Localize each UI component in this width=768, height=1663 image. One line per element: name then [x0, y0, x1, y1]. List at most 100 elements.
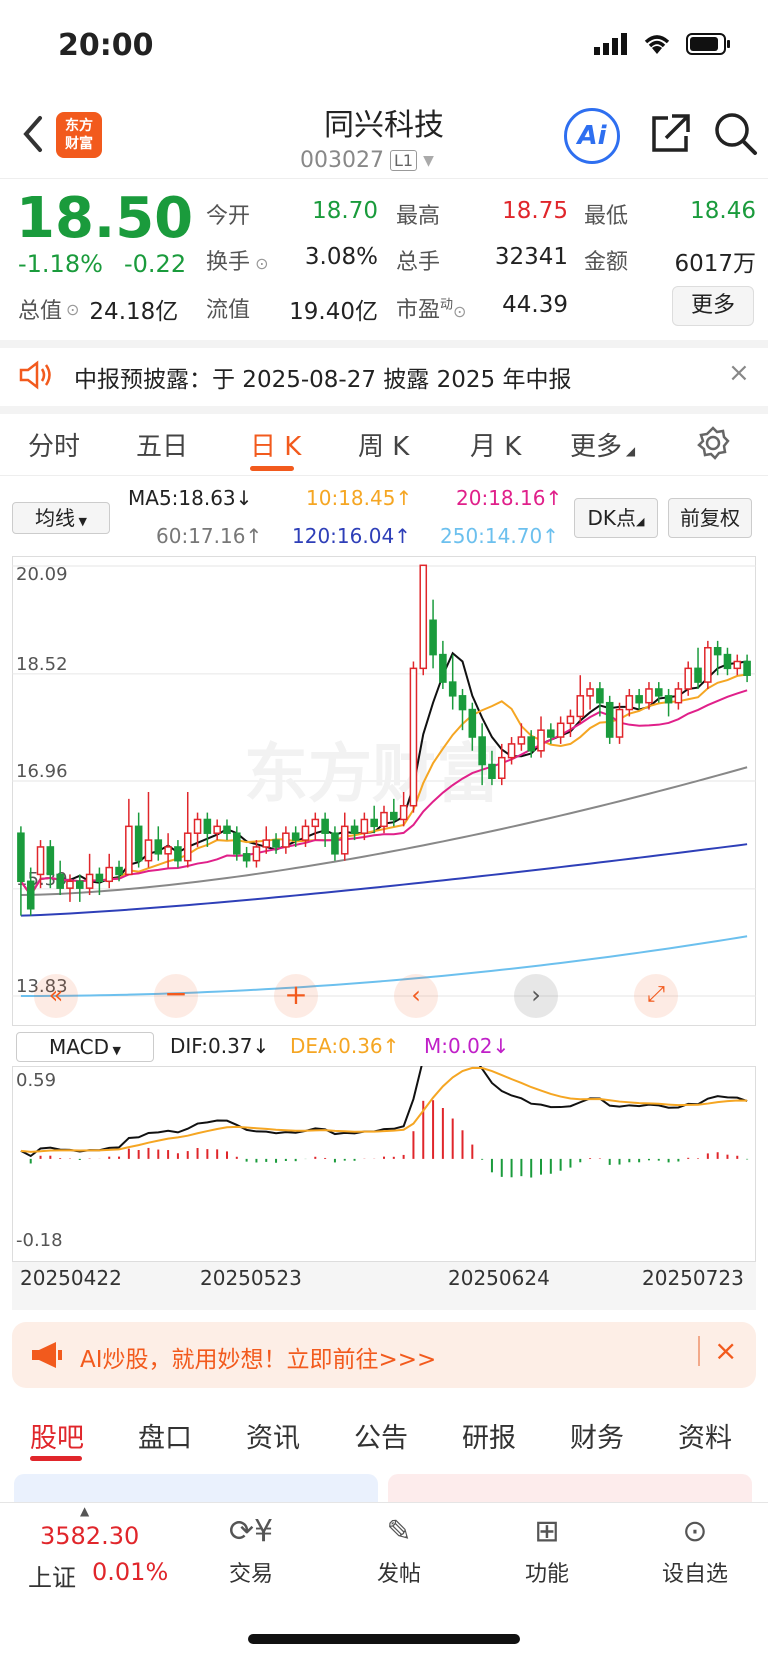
candle-body [105, 866, 114, 883]
search-icon[interactable] [712, 110, 758, 156]
candle-body [223, 825, 231, 834]
volume-value: 32341 [494, 244, 568, 270]
adjust-button[interactable]: 前复权 [668, 498, 752, 538]
candlestick-chart[interactable]: 20.0918.5216.9615.3913.83东方财富 [12, 556, 756, 1026]
chart-frame [12, 1066, 756, 1262]
candle-body [95, 873, 104, 883]
tab-financials[interactable]: 财务 [570, 1416, 624, 1455]
ma120-value: 120:16.04↑ [292, 524, 411, 548]
candle-body [576, 695, 585, 718]
speaker-icon [19, 360, 51, 390]
macd-chart[interactable]: 0.59 -0.18 [12, 1066, 756, 1262]
function-button[interactable]: ⊞ 功能 [492, 1512, 602, 1588]
tab-weekly-k[interactable]: 周 K [358, 426, 409, 463]
tab-research[interactable]: 研报 [462, 1416, 516, 1455]
tab-profile[interactable]: 资料 [678, 1416, 732, 1455]
forward-step-button[interactable]: › [514, 974, 558, 1018]
tab-monthly-k[interactable]: 月 K [470, 426, 521, 463]
float-label: 流值 [206, 298, 251, 323]
tab-news[interactable]: 资讯 [246, 1416, 300, 1455]
candle-body [439, 653, 447, 683]
add-watchlist-button[interactable]: ⊙ 设自选 [640, 1512, 750, 1588]
level-badge: L1 [389, 150, 418, 171]
close-icon[interactable]: × [728, 358, 750, 388]
info-icon: ⊙ [66, 299, 80, 319]
low-label: 最低 [584, 204, 629, 229]
tab-announcements[interactable]: 公告 [354, 1416, 408, 1455]
candle-body [527, 736, 535, 752]
candle-body [203, 818, 212, 834]
more-button[interactable]: 更多 [672, 286, 754, 326]
share-icon[interactable] [648, 112, 692, 156]
wifi-icon [644, 35, 670, 54]
candle-body [733, 660, 742, 670]
stock-code-row[interactable]: 003027 L1 ▼ [300, 148, 434, 173]
ai-button[interactable]: Ai [564, 108, 620, 164]
candle-body [115, 866, 123, 876]
candle-body [497, 756, 506, 780]
tab-five-day[interactable]: 五日 [136, 426, 188, 463]
amount-value: 6017万 [674, 251, 756, 277]
more-dots-icon: ⊙ [682, 1514, 708, 1549]
dk-point-button[interactable]: DK点◢ [574, 498, 658, 538]
candle-body [370, 818, 378, 828]
close-icon[interactable]: × [714, 1334, 737, 1367]
tab-forum[interactable]: 股吧 [30, 1416, 84, 1455]
pe-label: 市盈动⊙ [396, 297, 467, 323]
candle-body [517, 736, 526, 745]
index-change: 0.01% [92, 1558, 169, 1586]
notice-text: 中报预披露：于 2025-08-27 披露 2025 年中报 [74, 367, 572, 393]
macd-selector[interactable]: MACD ▼ [16, 1032, 154, 1062]
candle-body [713, 646, 722, 656]
candle-body [586, 688, 594, 697]
dea-value: DEA:0.36↑ [290, 1034, 400, 1058]
caret-up-icon: ▲ [80, 1504, 90, 1518]
candle-body [75, 880, 84, 889]
tab-order-book[interactable]: 盘口 [138, 1416, 192, 1455]
candle-body [684, 667, 693, 690]
candle-body [134, 825, 143, 862]
price-tick-label: 20.09 [16, 564, 68, 585]
post-button[interactable]: ✎ 发帖 [344, 1512, 454, 1588]
zoom-in-button[interactable]: + [274, 974, 318, 1018]
candle-body [242, 853, 251, 862]
candle-body [174, 846, 182, 862]
rewind-button[interactable]: « [34, 974, 78, 1018]
chevron-down-icon: ▼ [423, 152, 434, 169]
candle-body [154, 839, 163, 855]
active-tab-indicator [30, 1456, 82, 1461]
forum-card[interactable] [14, 1474, 378, 1504]
candle-body [56, 873, 64, 889]
candle-body [46, 846, 55, 876]
header-divider [0, 178, 768, 179]
candle-body [488, 763, 496, 780]
date-label: 20250723 [642, 1266, 744, 1290]
tab-intraday[interactable]: 分时 [28, 426, 80, 463]
fullscreen-button[interactable]: ⤢ [634, 974, 678, 1018]
ma60-value: 60:17.16↑ [156, 524, 263, 548]
price-tick-label: 18.52 [16, 654, 68, 675]
forum-card[interactable] [388, 1474, 752, 1504]
tab-more[interactable]: 更多 ◢ [570, 426, 635, 463]
ma-selector[interactable]: 均线 ▼ [12, 502, 110, 534]
index-value[interactable]: 3582.30 [40, 1522, 139, 1550]
candle-body [645, 688, 653, 704]
back-step-button[interactable]: ‹ [394, 974, 438, 1018]
amount-label: 金额 [584, 250, 629, 275]
candle-body [429, 619, 437, 656]
settings-icon[interactable] [696, 426, 730, 460]
pe-value: 44.39 [502, 292, 568, 318]
candle-body [321, 818, 329, 834]
signal-icon [594, 33, 627, 55]
candle-body [478, 736, 486, 766]
candle-body [409, 667, 418, 807]
promo-text: AI炒股，就用妙想！立即前往>>> [80, 1347, 437, 1373]
tab-daily-k[interactable]: 日 K [250, 426, 301, 463]
edit-icon: ✎ [386, 1514, 412, 1549]
trade-button[interactable]: ⟳¥ 交易 [196, 1512, 306, 1588]
dif-line [20, 1066, 748, 1158]
zoom-out-button[interactable]: − [154, 974, 198, 1018]
candle-body [694, 667, 702, 683]
section-separator [0, 406, 768, 414]
home-indicator [248, 1634, 520, 1644]
